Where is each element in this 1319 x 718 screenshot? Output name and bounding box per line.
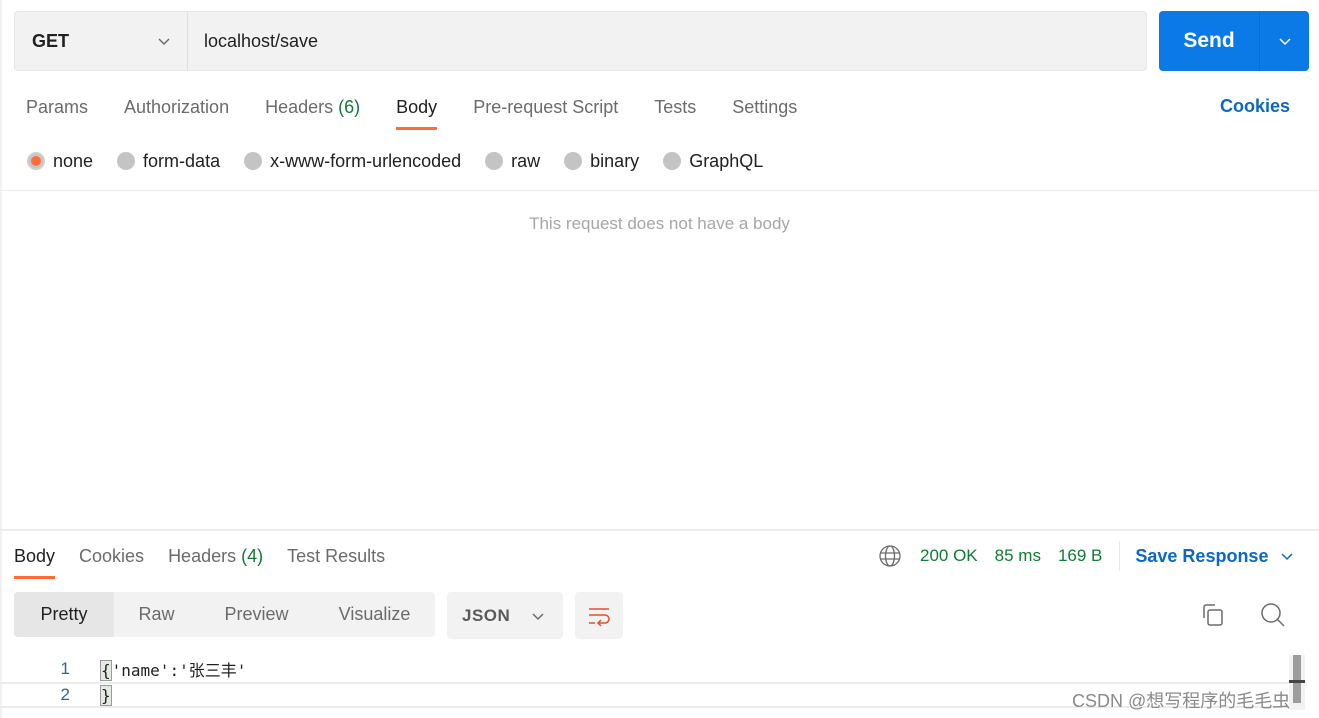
radio-icon xyxy=(663,152,682,170)
view-pretty[interactable]: Pretty xyxy=(14,592,114,637)
empty-body-message: This request does not have a body xyxy=(529,214,790,233)
url-input[interactable] xyxy=(188,30,1146,52)
line-number: 1 xyxy=(60,658,70,678)
response-tab-cookies[interactable]: Cookies xyxy=(79,545,144,579)
chevron-down-icon xyxy=(1278,38,1291,46)
send-options-button[interactable] xyxy=(1260,11,1309,71)
radio-selected-icon xyxy=(27,152,45,170)
tab-pre-request-script[interactable]: Pre-request Script xyxy=(473,94,618,130)
response-time[interactable]: 85 ms xyxy=(995,546,1041,566)
tab-tests[interactable]: Tests xyxy=(654,94,696,130)
chevron-down-icon xyxy=(1281,553,1293,561)
divider xyxy=(1119,541,1121,571)
matched-brace: } xyxy=(100,684,112,706)
response-tab-headers[interactable]: Headers (4) xyxy=(168,545,263,579)
send-button-group: Send xyxy=(1159,11,1309,71)
left-edge xyxy=(0,0,2,718)
pane-resize-handle[interactable] xyxy=(0,529,1319,531)
response-tab-body[interactable]: Body xyxy=(14,545,56,579)
format-label: JSON xyxy=(462,605,511,625)
tab-authorization[interactable]: Authorization xyxy=(124,94,229,130)
radio-icon xyxy=(564,152,583,170)
response-size[interactable]: 169 B xyxy=(1058,546,1102,566)
watermark: CSDN @想写程序的毛毛虫 xyxy=(1072,691,1291,711)
tab-headers[interactable]: Headers (6) xyxy=(265,94,360,130)
chevron-down-icon xyxy=(158,38,170,46)
globe-icon[interactable] xyxy=(878,544,902,568)
code-line: 1 {'name':'张三丰' xyxy=(0,655,1290,682)
body-type-radios: none form-data x-www-form-urlencoded raw… xyxy=(27,149,787,173)
response-tabs: Body Cookies Headers (4) Test Results xyxy=(14,545,409,579)
format-select[interactable]: JSON xyxy=(447,592,563,639)
matched-brace: { xyxy=(100,659,112,681)
radio-raw[interactable]: raw xyxy=(485,151,540,172)
wrap-lines-icon xyxy=(589,607,610,627)
line-number: 2 xyxy=(60,685,70,704)
tab-settings[interactable]: Settings xyxy=(732,94,797,130)
wrap-lines-button[interactable] xyxy=(575,592,623,639)
chevron-down-icon xyxy=(532,612,544,620)
save-response-button[interactable]: Save Response xyxy=(1135,546,1294,567)
view-preview[interactable]: Preview xyxy=(199,592,314,637)
headers-count: (6) xyxy=(338,97,361,117)
response-meta: 200 OK 85 ms 169 B Save Response xyxy=(878,541,1294,571)
radio-graphql[interactable]: GraphQL xyxy=(663,151,763,172)
view-visualize[interactable]: Visualize xyxy=(314,592,435,637)
response-headers-count: (4) xyxy=(241,546,264,566)
radio-icon xyxy=(117,152,136,170)
request-tabs: Params Authorization Headers (6) Body Pr… xyxy=(26,94,833,130)
response-tab-test-results[interactable]: Test Results xyxy=(287,545,385,579)
search-icon[interactable] xyxy=(1260,602,1286,628)
view-mode-selector: Pretty Raw Preview Visualize xyxy=(14,592,435,637)
divider xyxy=(0,190,1319,191)
tab-body[interactable]: Body xyxy=(396,94,438,130)
radio-icon xyxy=(244,152,263,170)
editor-scrollbar[interactable] xyxy=(1289,655,1305,710)
scrollbar-thumb[interactable] xyxy=(1293,655,1301,703)
radio-x-www-form-urlencoded[interactable]: x-www-form-urlencoded xyxy=(244,151,461,172)
radio-icon xyxy=(485,152,504,170)
send-button[interactable]: Send xyxy=(1159,11,1260,71)
view-raw[interactable]: Raw xyxy=(114,592,199,637)
radio-form-data[interactable]: form-data xyxy=(117,151,220,172)
radio-none[interactable]: none xyxy=(27,151,93,172)
scrollbar-marker xyxy=(1289,680,1305,683)
copy-icon[interactable] xyxy=(1200,602,1226,628)
method-select[interactable]: GET xyxy=(15,12,188,70)
code-text: } xyxy=(100,684,112,706)
code-text: {'name':'张三丰' xyxy=(100,659,247,681)
status-code[interactable]: 200 OK xyxy=(920,546,978,566)
method-label: GET xyxy=(32,30,70,51)
request-bar: GET xyxy=(14,11,1147,71)
radio-binary[interactable]: binary xyxy=(564,151,639,172)
cookies-link[interactable]: Cookies xyxy=(1220,96,1290,117)
tab-params[interactable]: Params xyxy=(26,94,88,130)
